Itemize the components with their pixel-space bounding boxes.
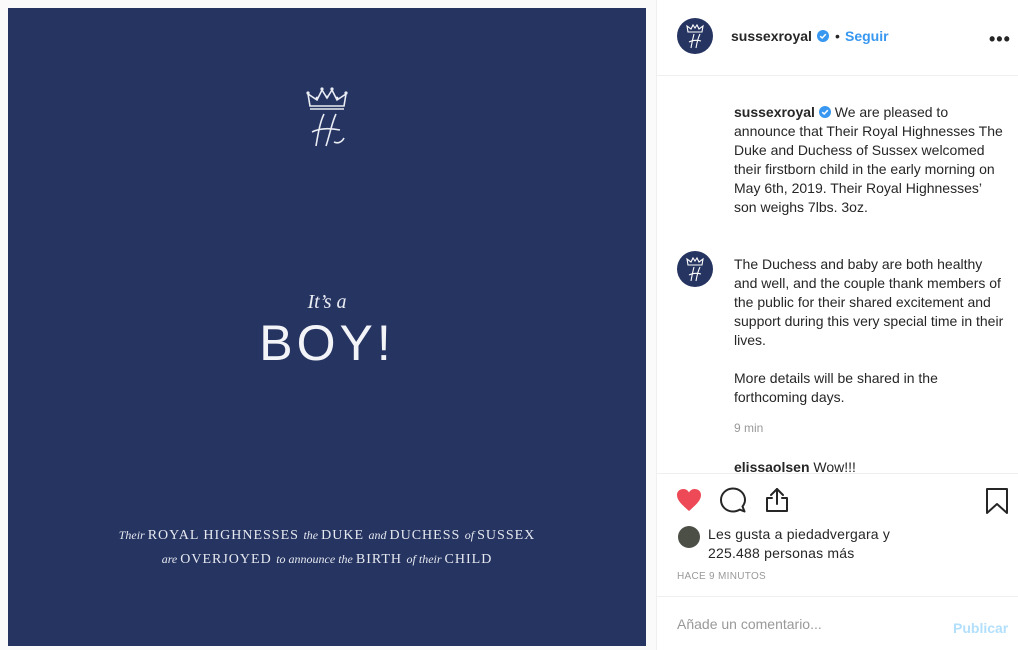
comment-text: More details will be shared in the forth…: [734, 370, 938, 405]
heart-icon[interactable]: [675, 486, 703, 514]
announcement-connector: of their: [406, 552, 445, 566]
likes-count[interactable]: 225.488 personas más: [708, 545, 854, 561]
verified-badge-icon: [817, 30, 829, 42]
announcement-keyword: ROYAL HIGHNESSES: [147, 528, 304, 543]
its-a-text: It’s a: [307, 291, 347, 313]
announcement-keyword: SUSSEX: [477, 528, 536, 543]
avatar[interactable]: [677, 18, 713, 54]
announcement-keyword: DUKE: [321, 528, 369, 543]
announcement-line-2: are OVERJOYED to announce the BIRTH of t…: [8, 552, 646, 568]
boy-headline: BOY!: [259, 315, 395, 371]
bookmark-icon[interactable]: [985, 487, 1009, 515]
monogram-icon: [686, 256, 704, 282]
comment-input[interactable]: [677, 613, 947, 635]
comment-timestamp[interactable]: 9 min: [734, 421, 763, 435]
publish-button[interactable]: Publicar: [953, 620, 1008, 636]
caption-username[interactable]: sussexroyal: [734, 104, 815, 120]
comment-text: Wow!!!: [813, 459, 856, 473]
monogram-icon: [686, 23, 704, 49]
caption-text: We are pleased to announce that Their Ro…: [734, 104, 1003, 215]
likes-prefix: Les gusta a: [708, 526, 787, 542]
comment-username[interactable]: elissaolsen: [734, 459, 810, 473]
liker-username[interactable]: piedadvergara: [787, 526, 879, 542]
share-icon[interactable]: [763, 486, 791, 514]
likes-suffix: y: [878, 526, 891, 542]
post-image[interactable]: It’s a BOY! Their ROYAL HIGHNESSES the D…: [8, 8, 646, 646]
announcement-line-1: Their ROYAL HIGHNESSES the DUKE and DUCH…: [8, 528, 646, 544]
header-separator: •: [835, 28, 840, 44]
post-side-panel: sussexroyal • Seguir ••• sussexroyal We …: [656, 0, 1018, 650]
add-comment-bar: Publicar: [657, 596, 1018, 650]
header-username[interactable]: sussexroyal: [731, 28, 812, 44]
comment-icon[interactable]: [719, 486, 747, 514]
follow-button[interactable]: Seguir: [845, 28, 889, 44]
comment-text: The Duchess and baby are both healthy an…: [734, 256, 1004, 348]
caption: sussexroyal We are pleased to announce t…: [734, 103, 1004, 217]
crowned-monogram-icon: [306, 87, 348, 147]
announcement-keyword: BIRTH: [355, 552, 407, 567]
announcement-keyword: OVERJOYED: [180, 552, 277, 567]
post-header: sussexroyal • Seguir •••: [657, 0, 1018, 76]
more-options-icon[interactable]: •••: [989, 29, 1011, 50]
announcement-connector: to announce the: [276, 552, 356, 566]
comment-row: elissaolsen Wow!!!: [734, 459, 856, 473]
announcement-connector: of: [464, 528, 478, 542]
announcement-connector: the: [303, 528, 322, 542]
verified-badge-icon: [818, 106, 831, 118]
announcement-connector: are: [161, 552, 181, 566]
announcement-keyword: CHILD: [444, 552, 493, 567]
comments-list[interactable]: sussexroyal We are pleased to announce t…: [657, 77, 1018, 473]
avatar[interactable]: [677, 251, 713, 287]
avatar[interactable]: [678, 526, 700, 548]
announcement-connector: and: [368, 528, 390, 542]
likes-summary[interactable]: Les gusta a piedadvergara y 225.488 pers…: [708, 525, 978, 563]
post-timestamp[interactable]: HACE 9 MINUTOS: [677, 571, 766, 582]
announcement-connector: Their: [118, 528, 148, 542]
post-actions: Les gusta a piedadvergara y 225.488 pers…: [657, 473, 1018, 596]
announcement-keyword: DUCHESS: [389, 528, 465, 543]
